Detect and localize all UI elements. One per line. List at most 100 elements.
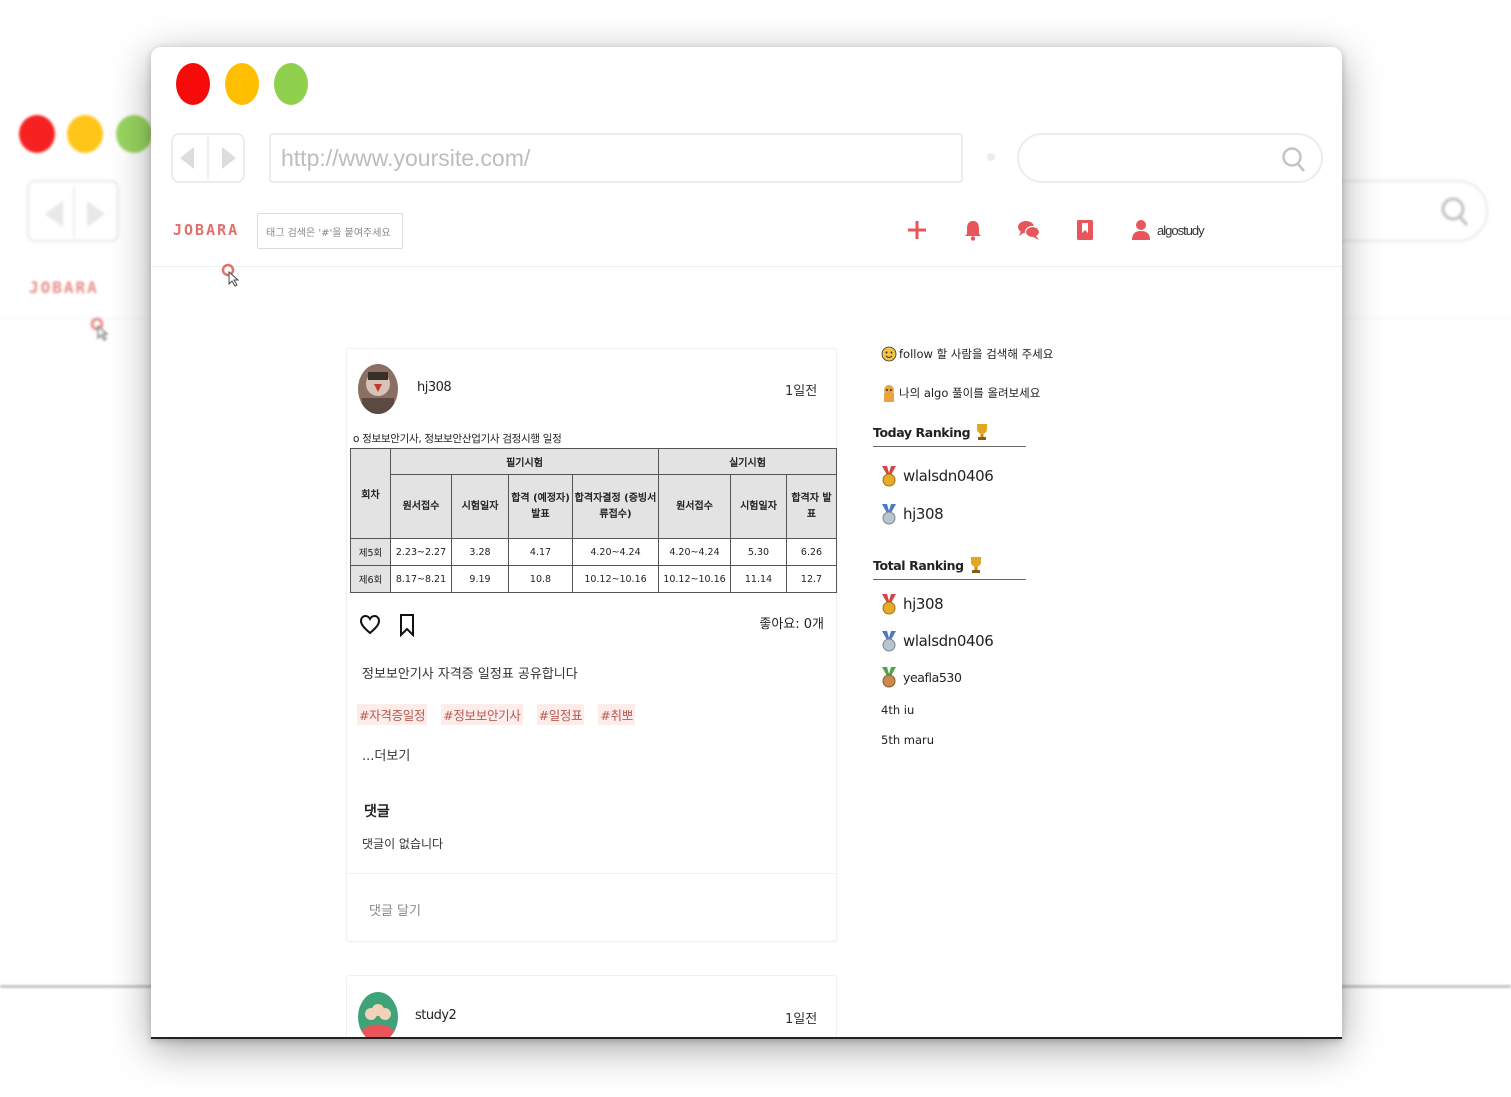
table-cell: 4.20~4.24 — [658, 538, 731, 566]
table-cell: 6.26 — [786, 538, 837, 566]
silver-medal-icon — [882, 504, 896, 525]
table-row: 제5회 2.23~2.27 3.28 4.17 4.20~4.24 4.20~4… — [350, 538, 837, 566]
table-header: 합격 (예정자) 발표 — [508, 474, 573, 539]
schedule-title: o 정보보안기사, 정보보안산업기사 검정시행 일정 — [353, 433, 562, 445]
table-cell: 제6회 — [350, 565, 391, 593]
table-cell: 10.12~10.16 — [572, 565, 659, 593]
minimize-dot[interactable] — [225, 63, 259, 105]
total-rank-item[interactable]: yeafla530 — [881, 666, 962, 688]
messages-button[interactable] — [1001, 215, 1057, 245]
table-cell: 10.12~10.16 — [658, 565, 731, 593]
today-ranking-title: Today Ranking — [873, 423, 989, 441]
total-rank-item[interactable]: 4th iu — [881, 703, 914, 717]
search-icon[interactable] — [1281, 146, 1307, 174]
smile-icon — [881, 346, 897, 362]
total-rank-item[interactable]: wlalsdn0406 — [881, 630, 994, 652]
table-group-practical: 실기시험 — [658, 448, 837, 475]
table-header: 합격자 발표 — [786, 474, 837, 539]
gold-medal-icon — [882, 594, 896, 615]
comments-title: 댓글 — [364, 804, 390, 820]
post-avatar[interactable] — [358, 364, 398, 414]
today-ranking-label: Today Ranking — [873, 424, 971, 440]
table-cell: 4.17 — [508, 538, 573, 566]
username-label[interactable]: algostudy — [1157, 223, 1205, 238]
bg-cursor-icon — [90, 317, 109, 341]
hashtag[interactable]: #취뽀 — [598, 704, 635, 725]
table-header: 원서접수 — [390, 474, 452, 539]
post-card: study2 1일전 — [346, 975, 837, 1037]
bg-nav-buttons — [27, 180, 119, 242]
upload-hint[interactable]: 나의 algo 풀이를 올려보세요 — [881, 384, 1040, 402]
bg-minimize-dot — [67, 115, 103, 153]
comment-placeholder: 댓글 달기 — [369, 904, 421, 919]
post-username[interactable]: hj308 — [417, 380, 452, 395]
table-cell: 2.23~2.27 — [390, 538, 452, 566]
table-cell: 3.28 — [451, 538, 509, 566]
trophy-icon — [970, 557, 981, 573]
window-controls — [176, 63, 308, 105]
hashtag[interactable]: #일정표 — [536, 704, 585, 725]
url-text: http://www.yoursite.com/ — [281, 144, 531, 171]
total-rank-item[interactable]: 5th maru — [881, 733, 934, 747]
table-header-round: 회차 — [350, 448, 391, 539]
post-username[interactable]: study2 — [415, 1008, 457, 1023]
screenshot-stage: JOBARA http://www.yoursite.com/ JOBARA 태… — [0, 0, 1511, 1097]
chat-icon — [1018, 221, 1041, 240]
post-time: 1일전 — [785, 1012, 818, 1027]
maximize-dot[interactable] — [274, 63, 308, 105]
tag-search-placeholder: 태그 검색은 '#'을 붙여주세요 — [266, 227, 391, 239]
bookmarks-button[interactable] — [1057, 215, 1113, 245]
table-header: 시험일자 — [451, 474, 509, 539]
person-icon — [884, 385, 894, 402]
logo[interactable]: JOBARA — [173, 221, 239, 239]
total-rank-name: hj308 — [903, 595, 944, 613]
url-bar[interactable]: http://www.yoursite.com/ — [269, 133, 963, 183]
browser-search-bar[interactable] — [1017, 133, 1323, 183]
url-separator-dot — [987, 153, 995, 161]
notifications-button[interactable] — [945, 215, 1001, 245]
comment-input[interactable]: 댓글 달기 — [347, 873, 836, 942]
post-tags: #자격증일정 #정보보안기사 #일정표 #취뽀 — [357, 704, 635, 725]
table-cell: 8.17~8.21 — [390, 565, 452, 593]
today-rank-name: hj308 — [903, 505, 944, 523]
total-rank-name: wlalsdn0406 — [903, 632, 994, 650]
today-rank-item[interactable]: wlalsdn0406 — [881, 465, 994, 487]
follow-hint[interactable]: follow 할 사람을 검색해 주세요 — [881, 346, 1053, 362]
forward-icon[interactable] — [222, 147, 237, 169]
table-cell: 5.30 — [730, 538, 787, 566]
browser-window: http://www.yoursite.com/ JOBARA 태그 검색은 '… — [151, 47, 1342, 1039]
back-icon[interactable] — [179, 147, 194, 169]
table-group-written: 필기시험 — [390, 448, 659, 475]
today-rank-item[interactable]: hj308 — [881, 503, 944, 525]
hashtag[interactable]: #자격증일정 — [357, 704, 428, 725]
table-header: 원서접수 — [658, 474, 731, 539]
table-cell: 11.14 — [730, 565, 787, 593]
table-header: 합격자결정 (증빙서류접수) — [572, 474, 659, 539]
table-header: 시험일자 — [730, 474, 787, 539]
table-cell: 10.8 — [508, 565, 573, 593]
post-card: hj308 1일전 o 정보보안기사, 정보보안산업기사 검정시행 일정 회차 … — [346, 348, 837, 942]
heart-icon[interactable] — [359, 614, 381, 636]
today-rank-name: wlalsdn0406 — [903, 467, 994, 485]
table-row: 제6회 8.17~8.21 9.19 10.8 10.12~10.16 10.1… — [350, 565, 837, 593]
follow-hint-text: follow 할 사람을 검색해 주세요 — [899, 347, 1054, 361]
bg-maximize-dot — [116, 115, 152, 153]
close-dot[interactable] — [176, 63, 210, 105]
schedule-table: 회차 필기시험 실기시험 원서접수 시험일자 합격 (예정자) 발표 합격자결정… — [350, 448, 837, 593]
total-ranking-divider — [873, 579, 1026, 580]
nav-buttons — [171, 133, 245, 183]
total-rank-name: yeafla530 — [903, 669, 962, 685]
hashtag[interactable]: #정보보안기사 — [441, 704, 523, 725]
bg-search-icon — [1441, 197, 1469, 226]
silver-medal-icon — [882, 631, 896, 652]
tag-search-input[interactable]: 태그 검색은 '#'을 붙여주세요 — [257, 213, 403, 249]
total-rank-item[interactable]: hj308 — [881, 593, 944, 615]
post-actions — [359, 613, 415, 637]
plus-icon — [908, 221, 926, 239]
more-link[interactable]: ...더보기 — [362, 745, 410, 764]
likes-count: 좋아요: 0개 — [759, 617, 824, 632]
bookmark-icon[interactable] — [399, 613, 415, 637]
user-icon — [1132, 220, 1150, 240]
add-post-button[interactable] — [889, 215, 945, 245]
post-avatar[interactable] — [358, 992, 398, 1037]
